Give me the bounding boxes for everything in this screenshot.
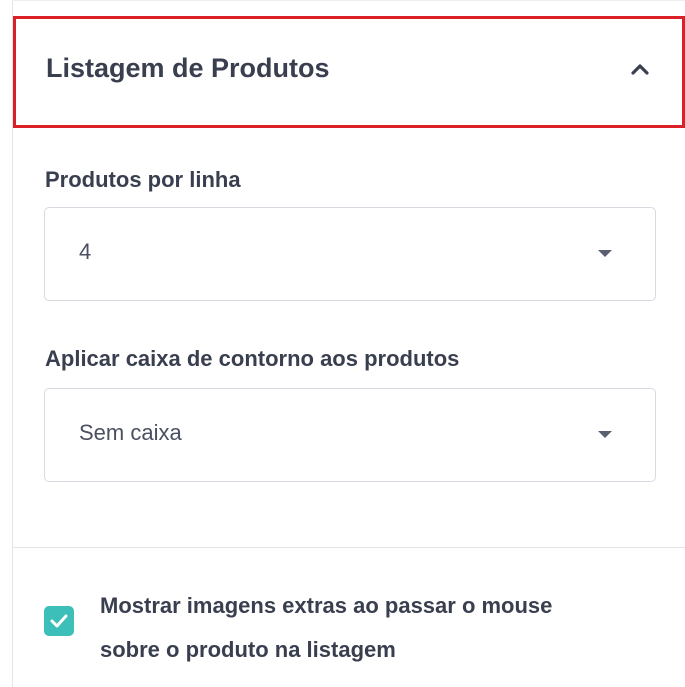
outline-box-value: Sem caixa bbox=[79, 420, 182, 445]
section-divider bbox=[12, 547, 685, 548]
section-header-listagem[interactable]: Listagem de Produtos bbox=[13, 16, 685, 128]
extra-images-label-line-2: sobre o produto na listagem bbox=[100, 637, 396, 662]
caret-down-icon bbox=[598, 250, 612, 257]
outline-box-label: Aplicar caixa de contorno aos produtos bbox=[45, 346, 460, 371]
outline-box-select[interactable]: Sem caixa bbox=[44, 388, 656, 482]
products-per-row-label: Produtos por linha bbox=[45, 167, 241, 192]
extra-images-label-line-1: Mostrar imagens extras ao passar o mouse bbox=[100, 593, 553, 618]
checkmark-icon bbox=[50, 614, 68, 628]
chevron-up-icon[interactable] bbox=[628, 57, 652, 81]
products-per-row-value: 4 bbox=[79, 239, 92, 264]
products-per-row-select[interactable]: 4 bbox=[44, 207, 656, 301]
panel-top-border bbox=[12, 0, 685, 1]
extra-images-checkbox[interactable] bbox=[44, 606, 74, 636]
section-title: Listagem de Produtos bbox=[46, 53, 330, 83]
extra-images-label[interactable]: Mostrar imagens extras ao passar o mouse… bbox=[100, 584, 670, 672]
caret-down-icon bbox=[598, 431, 612, 438]
